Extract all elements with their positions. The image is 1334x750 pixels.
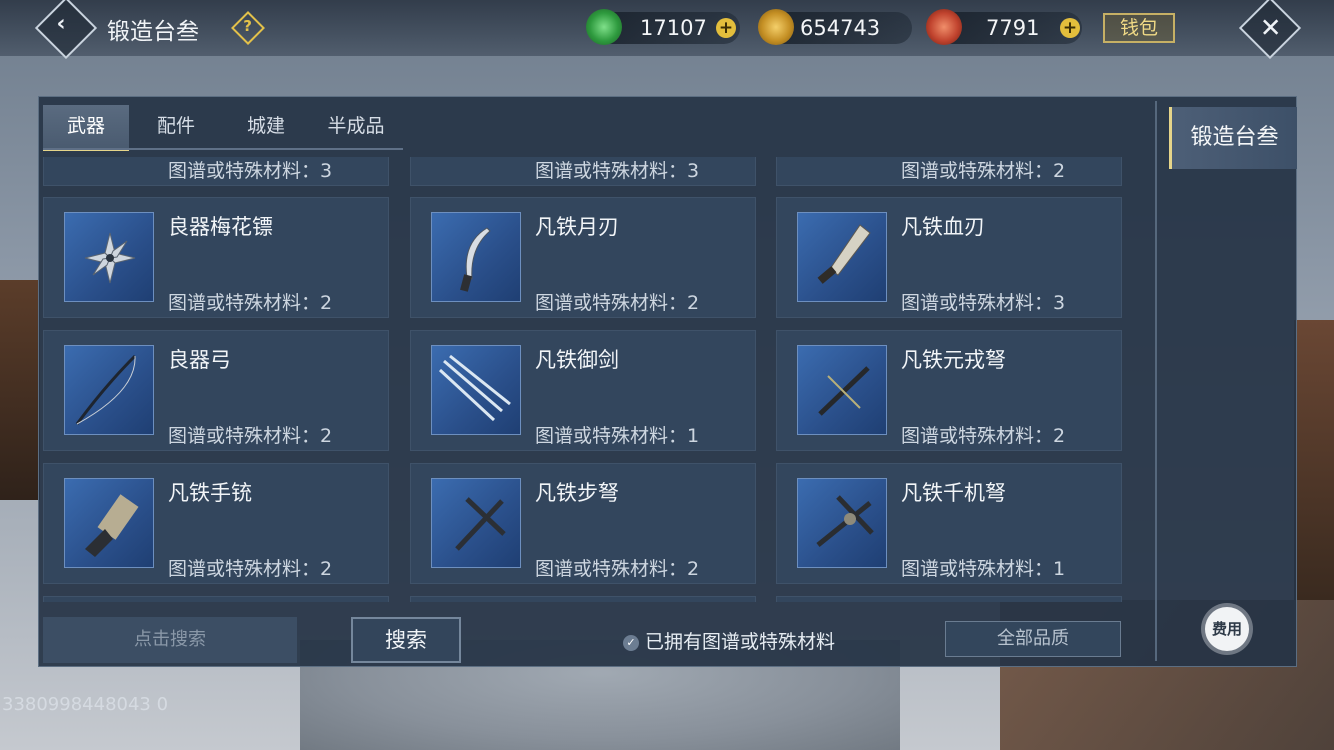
jade-icon — [586, 9, 622, 45]
crescent-blade-icon — [431, 212, 521, 302]
jade-amount: 17107 — [640, 16, 707, 40]
currency-jade: 17107 + — [586, 9, 740, 45]
forge-panel: 武器 配件 城建 半成品 图谱或特殊材料：3 图谱或特殊材料：3 图谱或特殊材料… — [38, 96, 1297, 667]
list-item[interactable]: 良器弓 图谱或特殊材料：2 — [43, 330, 389, 451]
item-name: 凡铁手铳 — [168, 481, 252, 505]
help-button[interactable]: ? — [231, 11, 265, 45]
tab-accessories[interactable]: 配件 — [133, 105, 219, 151]
mechanism-crossbow-icon — [797, 478, 887, 568]
category-tabs: 武器 配件 城建 半成品 — [43, 105, 403, 151]
item-requirement: 图谱或特殊材料：3 — [901, 292, 1066, 314]
item-requirement: 图谱或特殊材料：2 — [901, 160, 1066, 182]
currency-red: 7791 + — [926, 9, 1082, 45]
background-pillar-left — [0, 280, 40, 500]
quality-filter-dropdown[interactable]: 全部品质 — [945, 621, 1121, 657]
item-name: 凡铁步弩 — [535, 481, 619, 505]
page-title: 锻造台叁 — [107, 19, 199, 45]
list-item[interactable] — [776, 596, 1122, 602]
tab-construction[interactable]: 城建 — [223, 105, 309, 151]
item-requirement: 图谱或特殊材料：2 — [535, 292, 700, 314]
item-requirement: 图谱或特殊材料：3 — [535, 160, 700, 182]
list-item[interactable]: 凡铁千机弩 图谱或特殊材料：1 — [776, 463, 1122, 584]
list-item[interactable]: 凡铁御剑 图谱或特殊材料：1 — [410, 330, 756, 451]
list-item[interactable] — [410, 596, 756, 602]
hand-cannon-icon — [64, 478, 154, 568]
currency-gold: 654743 — [758, 9, 912, 45]
item-name: 凡铁御剑 — [535, 348, 619, 372]
blood-blade-icon — [797, 212, 887, 302]
list-item[interactable]: 凡铁月刃 图谱或特殊材料：2 — [410, 197, 756, 318]
item-requirement: 图谱或特殊材料：2 — [901, 425, 1066, 447]
item-name: 良器梅花镖 — [168, 215, 273, 239]
gold-coin-icon — [758, 9, 794, 45]
list-item[interactable]: 凡铁血刃 图谱或特殊材料：3 — [776, 197, 1122, 318]
item-name: 凡铁血刃 — [901, 215, 985, 239]
search-button[interactable]: 搜索 — [351, 617, 461, 663]
top-bar: ‹ 锻造台叁 ? 17107 + 654743 7791 + 钱包 ✕ — [0, 0, 1334, 60]
tab-semi-finished[interactable]: 半成品 — [313, 105, 399, 151]
user-id: 3380998448043 0 — [2, 694, 169, 715]
tab-underline — [43, 148, 403, 150]
question-icon: ? — [243, 17, 252, 36]
background-pillar-right — [1294, 320, 1334, 600]
shuriken-icon — [64, 212, 154, 302]
owned-filter-toggle[interactable]: ✓ 已拥有图谱或特殊材料 — [623, 627, 835, 654]
bow-icon — [64, 345, 154, 435]
owned-filter-label: 已拥有图谱或特殊材料 — [645, 631, 836, 653]
back-icon: ‹ — [56, 11, 66, 37]
list-item[interactable]: 凡铁步弩 图谱或特殊材料：2 — [410, 463, 756, 584]
crossbow-icon — [797, 345, 887, 435]
list-item[interactable]: 凡铁元戎弩 图谱或特殊材料：2 — [776, 330, 1122, 451]
item-requirement: 图谱或特殊材料：2 — [168, 292, 333, 314]
back-button[interactable]: ‹ — [34, 0, 98, 60]
red-token-amount: 7791 — [986, 16, 1040, 40]
item-name: 凡铁月刃 — [535, 215, 619, 239]
add-jade-button[interactable]: + — [716, 18, 736, 38]
item-name: 凡铁千机弩 — [901, 481, 1006, 505]
gold-amount: 654743 — [800, 16, 881, 40]
red-token-icon — [926, 9, 962, 45]
close-icon: ✕ — [1259, 13, 1282, 44]
list-item[interactable]: 良器梅花镖 图谱或特殊材料：2 — [43, 197, 389, 318]
station-tab[interactable]: 锻造台叁 — [1169, 107, 1297, 169]
search-input[interactable]: 点击搜索 — [43, 617, 297, 663]
item-requirement: 图谱或特殊材料：1 — [535, 425, 700, 447]
foot-crossbow-icon — [431, 478, 521, 568]
list-item[interactable]: 图谱或特殊材料：3 — [410, 157, 756, 186]
item-grid[interactable]: 图谱或特殊材料：3 图谱或特殊材料：3 图谱或特殊材料：2 良器梅花镖 图谱或特… — [39, 157, 1149, 602]
side-divider — [1155, 101, 1157, 661]
item-requirement: 图谱或特殊材料：2 — [168, 425, 333, 447]
tab-weapons[interactable]: 武器 — [43, 105, 129, 151]
flying-swords-icon — [431, 345, 521, 435]
list-item[interactable] — [43, 596, 389, 602]
item-name: 良器弓 — [168, 348, 231, 372]
list-item[interactable]: 图谱或特殊材料：3 — [43, 157, 389, 186]
check-icon: ✓ — [623, 635, 639, 651]
close-button[interactable]: ✕ — [1238, 0, 1302, 60]
item-requirement: 图谱或特殊材料：3 — [168, 160, 333, 182]
item-name: 凡铁元戎弩 — [901, 348, 1006, 372]
wallet-button[interactable]: 钱包 — [1103, 13, 1175, 43]
add-red-token-button[interactable]: + — [1060, 18, 1080, 38]
item-requirement: 图谱或特殊材料：1 — [901, 558, 1066, 580]
item-requirement: 图谱或特殊材料：2 — [535, 558, 700, 580]
item-requirement: 图谱或特殊材料：2 — [168, 558, 333, 580]
list-item[interactable]: 图谱或特殊材料：2 — [776, 157, 1122, 186]
fee-button[interactable]: 费用 — [1205, 607, 1249, 651]
list-item[interactable]: 凡铁手铳 图谱或特殊材料：2 — [43, 463, 389, 584]
